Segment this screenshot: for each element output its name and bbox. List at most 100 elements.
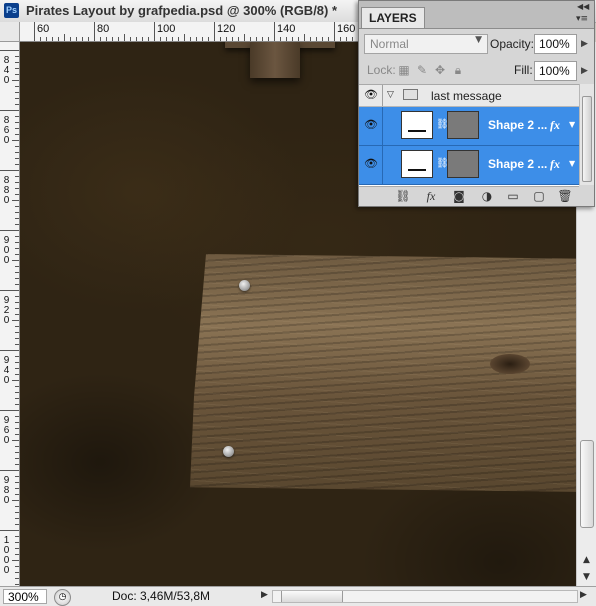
ruler-tick — [15, 476, 19, 477]
zoom-level-field[interactable]: 300% — [3, 589, 47, 604]
fill-label: Fill: — [514, 63, 533, 77]
ruler-tick — [316, 37, 317, 41]
layer-thumbnail[interactable] — [401, 111, 433, 139]
ruler-tick — [15, 296, 19, 297]
fill-field[interactable]: 100% — [534, 61, 577, 81]
layers-list: 👁︎ ▽ last message 👁︎ ⛓ Shape 2 ... fx ▼ … — [359, 84, 579, 187]
expand-toggle-icon[interactable]: ▽ — [387, 90, 394, 100]
fill-slider-arrow-icon[interactable]: ▶ — [581, 66, 588, 76]
ruler-tick — [12, 200, 19, 201]
fx-icon[interactable]: fx — [550, 118, 560, 133]
ruler-tick — [15, 536, 19, 537]
ruler-tick — [15, 326, 19, 327]
lock-image-icon[interactable]: ✎ — [415, 63, 429, 77]
lock-position-icon[interactable]: ✥ — [433, 63, 447, 77]
divider — [382, 146, 383, 184]
layer-name[interactable]: Shape 2 ... — [488, 157, 547, 171]
ruler-tick — [15, 386, 19, 387]
fx-icon[interactable]: fx — [550, 157, 560, 172]
ruler-tick — [172, 37, 173, 41]
layers-panel: LAYERS ◀◀ ▾≡ Normal ▼ Opacity: 100% ▶ Lo… — [358, 0, 595, 207]
ruler-tick — [52, 37, 53, 41]
ruler-label: 60 — [37, 23, 50, 35]
ruler-tick — [0, 290, 19, 291]
ruler-tick — [12, 440, 19, 441]
ruler-tick — [15, 128, 19, 129]
ruler-tick — [15, 164, 19, 165]
nail-icon — [239, 280, 250, 291]
eye-icon[interactable]: 👁︎ — [362, 87, 380, 103]
ruler-tick — [15, 506, 19, 507]
layer-row[interactable]: 👁︎ ⛓ Shape 2 ... fx ▼ — [359, 146, 579, 185]
layers-scrollbar[interactable] — [579, 84, 594, 185]
ruler-tick — [100, 37, 101, 41]
adjustment-layer-icon[interactable]: ◑ — [479, 188, 495, 204]
scroll-up-arrow-icon[interactable]: ▲ — [577, 552, 596, 568]
status-menu-arrow-icon[interactable]: ▶ — [261, 590, 268, 600]
add-mask-icon[interactable]: ◙ — [451, 188, 467, 204]
ruler-origin[interactable] — [0, 22, 20, 42]
layer-style-icon[interactable]: fx — [423, 188, 439, 204]
ruler-tick — [15, 494, 19, 495]
lock-transparency-icon[interactable]: ▦ — [397, 63, 411, 77]
scroll-thumb[interactable] — [582, 96, 592, 182]
opacity-slider-arrow-icon[interactable]: ▶ — [581, 39, 588, 49]
ruler-tick — [82, 37, 83, 41]
ruler-tick — [310, 37, 311, 41]
ruler-label: 960 — [3, 415, 10, 446]
eye-icon[interactable]: 👁︎ — [362, 156, 380, 172]
horizontal-scrollbar[interactable] — [272, 590, 578, 603]
ruler-tick — [15, 392, 19, 393]
tab-layers[interactable]: LAYERS — [361, 7, 425, 28]
ruler-tick — [15, 116, 19, 117]
link-layers-icon[interactable]: ⛓ — [395, 188, 411, 204]
ruler-tick — [12, 500, 19, 501]
new-group-icon[interactable]: ▭ — [505, 188, 521, 204]
ruler-tick — [112, 37, 113, 41]
status-info-icon[interactable]: ◷ — [54, 589, 71, 606]
collapse-panel-icon[interactable]: ◀◀ — [577, 2, 589, 11]
layer-row[interactable]: 👁︎ ⛓ Shape 2 ... fx ▼ — [359, 107, 579, 146]
ruler-tick — [15, 446, 19, 447]
layer-mask-thumbnail[interactable] — [447, 111, 479, 139]
ruler-tick — [0, 230, 19, 231]
layer-mask-thumbnail[interactable] — [447, 150, 479, 178]
panel-menu-icon[interactable]: ▾≡ — [576, 14, 588, 24]
ruler-tick — [130, 37, 131, 41]
ruler-tick — [154, 22, 155, 41]
layer-thumbnail[interactable] — [401, 150, 433, 178]
lock-all-icon[interactable]: 🔒︎ — [451, 63, 465, 77]
ruler-tick — [238, 37, 239, 41]
document-size-info: Doc: 3,46M/53,8M — [112, 589, 211, 603]
ruler-tick — [15, 416, 19, 417]
ruler-tick — [15, 548, 19, 549]
ruler-tick — [15, 104, 19, 105]
ruler-tick — [94, 22, 95, 41]
ruler-tick — [15, 218, 19, 219]
expand-effects-icon[interactable]: ▼ — [569, 159, 575, 168]
ruler-tick — [196, 37, 197, 41]
eye-icon[interactable]: 👁︎ — [362, 117, 380, 133]
status-bar: 300% ◷ Doc: 3,46M/53,8M ▶ ▶ — [0, 586, 596, 606]
blend-mode-value: Normal — [370, 37, 409, 51]
new-layer-icon[interactable]: ▢ — [531, 188, 547, 204]
vertical-ruler[interactable]: 840 860 880 900 920 940 960 980 1000 — [0, 42, 20, 586]
scroll-thumb[interactable] — [281, 591, 343, 602]
scroll-right-arrow-icon[interactable]: ▶ — [580, 590, 587, 600]
blend-mode-select[interactable]: Normal ▼ — [364, 34, 488, 54]
delete-layer-icon[interactable]: 🗑︎ — [557, 188, 573, 204]
horizontal-ruler[interactable]: 60 80 100 120 140 160 — [20, 22, 360, 42]
scroll-thumb[interactable] — [580, 440, 594, 528]
ruler-tick — [12, 380, 19, 381]
opacity-field[interactable]: 100% — [534, 34, 577, 54]
layer-group-row[interactable]: 👁︎ ▽ last message — [359, 85, 579, 107]
ruler-label: 100 — [157, 23, 176, 35]
ruler-tick — [190, 37, 191, 41]
ruler-tick — [184, 34, 185, 41]
ruler-tick — [15, 314, 19, 315]
expand-effects-icon[interactable]: ▼ — [569, 120, 575, 129]
ruler-tick — [328, 37, 329, 41]
ruler-tick — [15, 302, 19, 303]
layer-name[interactable]: Shape 2 ... — [488, 118, 547, 132]
scroll-down-arrow-icon[interactable]: ▼ — [577, 569, 596, 585]
